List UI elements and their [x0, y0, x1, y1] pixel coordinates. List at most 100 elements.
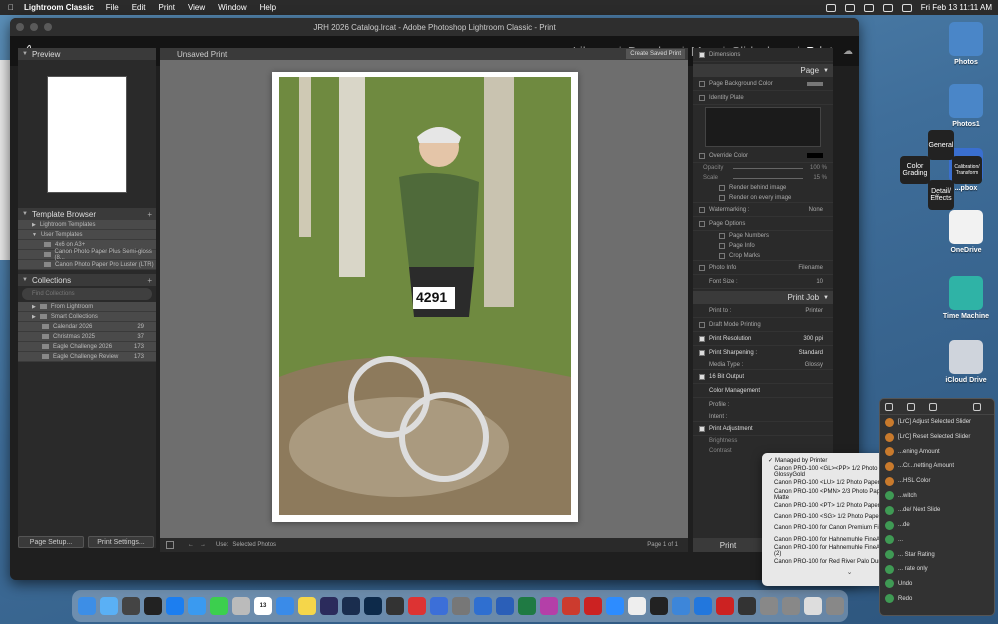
lightroom-icon[interactable] — [342, 597, 360, 615]
arrow-left-icon[interactable]: ← — [188, 542, 194, 548]
profile-option[interactable]: Profile : — [693, 398, 833, 412]
menu-help[interactable]: Help — [260, 3, 276, 12]
safari-icon[interactable] — [276, 597, 294, 615]
checkbox[interactable] — [699, 321, 705, 328]
checkbox[interactable] — [699, 350, 705, 356]
app-icon[interactable] — [716, 597, 734, 615]
bit-output-option[interactable]: 16 Bit Output — [693, 370, 833, 384]
onenote-icon[interactable] — [540, 597, 558, 615]
desktop-photos1[interactable]: Photos1 — [938, 84, 994, 128]
print-button[interactable]: Print — [693, 538, 763, 552]
eye-icon[interactable] — [973, 402, 981, 411]
word-icon[interactable] — [496, 597, 514, 615]
notes-icon[interactable] — [298, 597, 316, 615]
template-item[interactable]: Canon Photo Paper Pro Luster (LTR) — [18, 260, 156, 270]
messages-icon[interactable] — [210, 597, 228, 615]
view-toggle[interactable] — [166, 541, 174, 549]
app-icon[interactable] — [452, 597, 470, 615]
folder-icon[interactable] — [782, 597, 800, 615]
wifi-icon[interactable] — [901, 3, 912, 12]
page-setup-button[interactable]: Page Setup... — [18, 536, 84, 548]
page-info-option[interactable]: Page Info — [693, 241, 833, 251]
font-size-option[interactable]: Font Size :10 — [693, 275, 833, 289]
checkbox[interactable] — [699, 373, 705, 380]
app-icon[interactable] — [628, 597, 646, 615]
template-folder[interactable]: ▼ User Templates — [18, 230, 156, 240]
widget-item[interactable]: ...Cr...netting Amount — [880, 459, 994, 474]
template-folder[interactable]: ▶ Lightroom Templates — [18, 220, 156, 230]
widget-item[interactable]: ... rate only — [880, 562, 994, 577]
checkbox[interactable] — [699, 206, 705, 213]
radial-color-grading[interactable]: Color Grading — [900, 156, 930, 184]
radial-general[interactable]: General — [928, 130, 954, 160]
collection-item[interactable]: Calendar 2026 29 — [18, 322, 156, 332]
desktop-onedrive[interactable]: OneDrive — [938, 210, 994, 254]
page-section-header[interactable]: Page ▼ — [693, 64, 833, 77]
collection-item[interactable]: Eagle Challenge Review 173 — [18, 352, 156, 362]
template-browser-header[interactable]: ▼ Template Browser + — [18, 208, 156, 220]
color-swatch[interactable] — [807, 81, 823, 86]
create-saved-print-button[interactable]: Create Saved Print — [626, 49, 685, 59]
cloud-icon[interactable]: ☁ — [843, 46, 853, 57]
identity-plate-preview[interactable] — [705, 107, 821, 147]
print-job-section-header[interactable]: Print Job ▼ — [693, 291, 833, 304]
tray-icon[interactable] — [844, 3, 855, 12]
preview-header[interactable]: ▼ Preview — [18, 48, 156, 60]
checkbox[interactable] — [699, 264, 705, 271]
color-management-header[interactable]: Color Management — [693, 384, 833, 398]
zoom-icon[interactable] — [606, 597, 624, 615]
scale-slider[interactable]: Scale 15 % — [693, 173, 833, 183]
widget-item[interactable]: [LrC] Adjust Selected Slider — [880, 415, 994, 430]
widget-item[interactable]: [LrC] Reset Selected Slider — [880, 430, 994, 445]
print-resolution-option[interactable]: Print Resolution 300 ppi — [693, 332, 833, 346]
media-type-option[interactable]: Media Type : Glossy — [693, 360, 833, 370]
opacity-slider[interactable]: Opacity 100 % — [693, 163, 833, 173]
list-icon[interactable] — [907, 402, 915, 411]
menu-file[interactable]: File — [106, 3, 119, 12]
app-icon[interactable] — [738, 597, 756, 615]
print-sharpening-option[interactable]: Print Sharpening : Standard — [693, 346, 833, 360]
print-settings-button[interactable]: Print Settings... — [88, 536, 154, 548]
folder-icon[interactable] — [760, 597, 778, 615]
crop-marks-option[interactable]: Crop Marks — [693, 251, 833, 261]
checkbox[interactable] — [719, 194, 725, 201]
use-select[interactable]: Selected Photos — [232, 542, 276, 548]
tray-icon[interactable] — [882, 3, 893, 12]
page-background-color[interactable]: Page Background Color — [693, 77, 833, 91]
radial-detail[interactable]: Detail/ Effects — [928, 180, 954, 210]
add-icon[interactable]: + — [147, 276, 152, 285]
checkbox[interactable] — [699, 152, 705, 159]
override-color-option[interactable]: Override Color — [693, 149, 833, 163]
arrow-right-icon[interactable]: → — [200, 542, 206, 548]
checkbox[interactable] — [699, 425, 705, 432]
power-icon[interactable] — [885, 402, 893, 411]
finder-icon[interactable] — [78, 597, 96, 615]
radial-calibration[interactable]: Calibration/ Transform — [952, 156, 982, 184]
apple-icon[interactable]:  — [8, 3, 14, 12]
clock[interactable]: Fri Feb 13 11:11 AM — [921, 3, 992, 12]
widget-item[interactable]: ... Star Rating — [880, 547, 994, 562]
app-icon[interactable] — [584, 597, 602, 615]
app-icon[interactable] — [430, 597, 448, 615]
icloud-icon[interactable] — [100, 597, 118, 615]
collections-header[interactable]: ▼ Collections + — [18, 274, 156, 286]
collection-item[interactable]: Christmas 2025 37 — [18, 332, 156, 342]
tray-icon[interactable] — [825, 3, 836, 12]
app-icon[interactable] — [144, 597, 162, 615]
checkbox[interactable] — [699, 94, 705, 101]
checkbox[interactable] — [719, 233, 725, 239]
watermarking-option[interactable]: Watermarking : None — [693, 203, 833, 217]
excel-icon[interactable] — [518, 597, 536, 615]
app-icon[interactable] — [474, 597, 492, 615]
print-to-option[interactable]: Print to : Printer — [693, 304, 833, 318]
photo-info-option[interactable]: Photo Info Filename — [693, 261, 833, 275]
widget-item[interactable]: ... — [880, 533, 994, 548]
add-icon[interactable]: + — [147, 210, 152, 219]
powerpoint-icon[interactable] — [562, 597, 580, 615]
app-icon[interactable] — [408, 597, 426, 615]
page-numbers-option[interactable]: Page Numbers — [693, 231, 833, 241]
checkbox[interactable] — [719, 252, 725, 259]
calendar-icon[interactable]: 13 — [254, 597, 272, 615]
desktop-icloud-drive[interactable]: iCloud Drive — [938, 340, 994, 384]
mail-icon[interactable] — [188, 597, 206, 615]
